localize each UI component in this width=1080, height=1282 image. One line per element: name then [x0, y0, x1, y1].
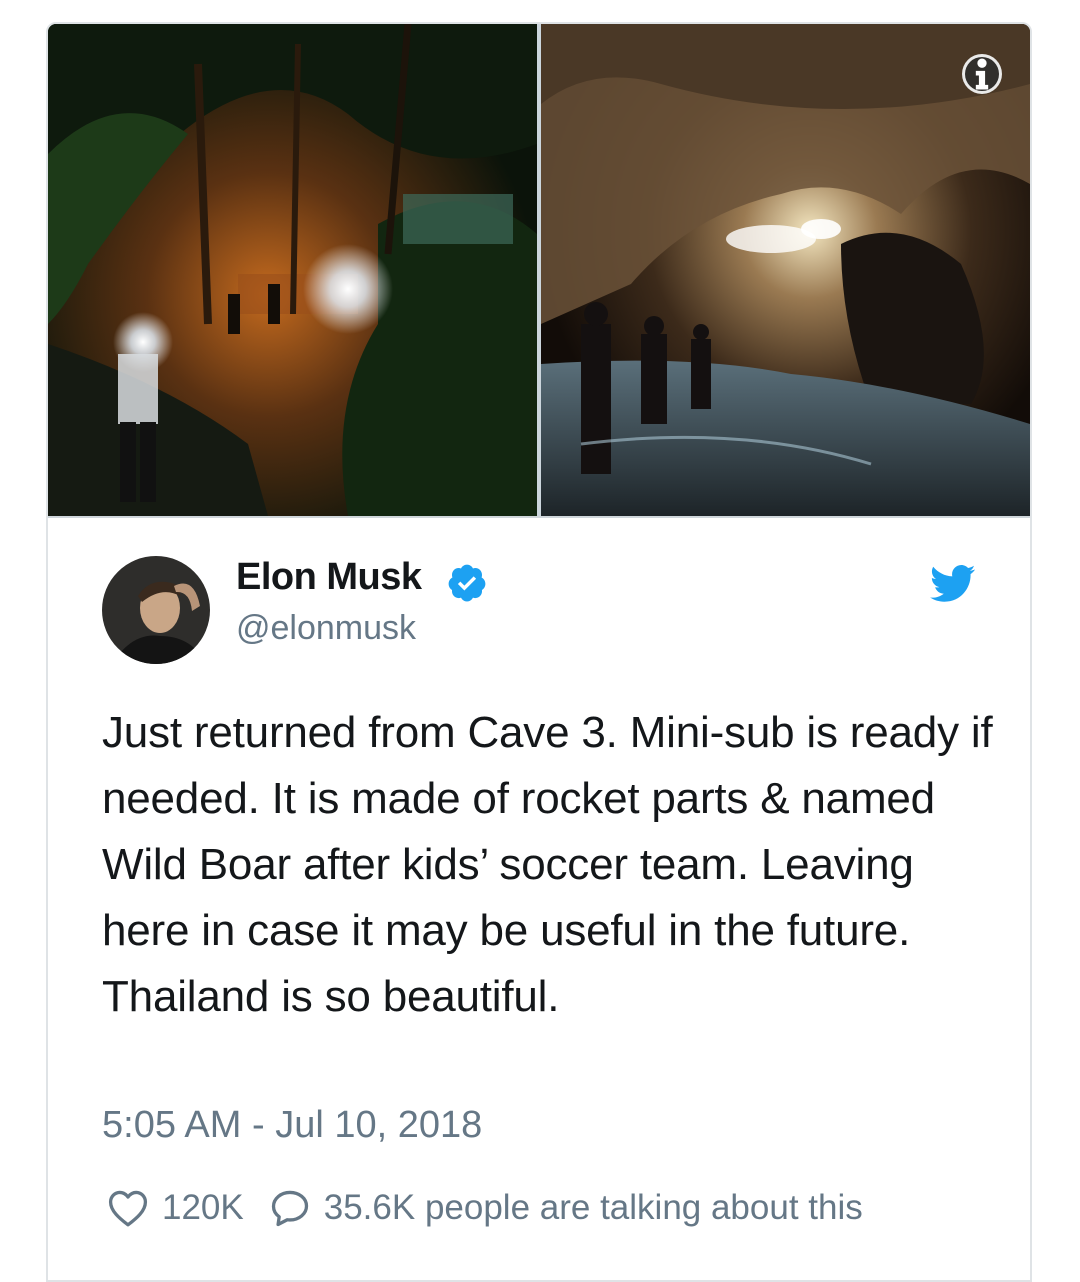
talking-count[interactable]: 35.6K people are talking about this	[324, 1188, 863, 1228]
info-icon[interactable]	[962, 54, 1002, 94]
like-count[interactable]: 120K	[162, 1188, 244, 1228]
cave-interior-photo[interactable]	[541, 24, 1030, 516]
tweet-card[interactable]: Elon Musk @elonmusk Just returned from C…	[46, 22, 1032, 1282]
speech-bubble-icon[interactable]	[268, 1186, 312, 1230]
author-name[interactable]: Elon Musk	[236, 556, 422, 599]
verified-badge-icon	[448, 564, 486, 602]
tweet-text: Just returned from Cave 3. Mini-sub is r…	[102, 708, 993, 1021]
twitter-bird-icon[interactable]	[930, 564, 976, 604]
heart-icon[interactable]	[106, 1186, 150, 1230]
author-avatar[interactable]	[102, 556, 210, 664]
tweet-actions: 120K 35.6K people are talking about this	[106, 1184, 863, 1232]
author-handle[interactable]: @elonmusk	[236, 609, 416, 648]
tweet-media[interactable]	[48, 24, 1030, 518]
tweet-timestamp[interactable]: 5:05 AM - Jul 10, 2018	[102, 1104, 482, 1147]
jungle-night-photo[interactable]	[48, 24, 537, 516]
